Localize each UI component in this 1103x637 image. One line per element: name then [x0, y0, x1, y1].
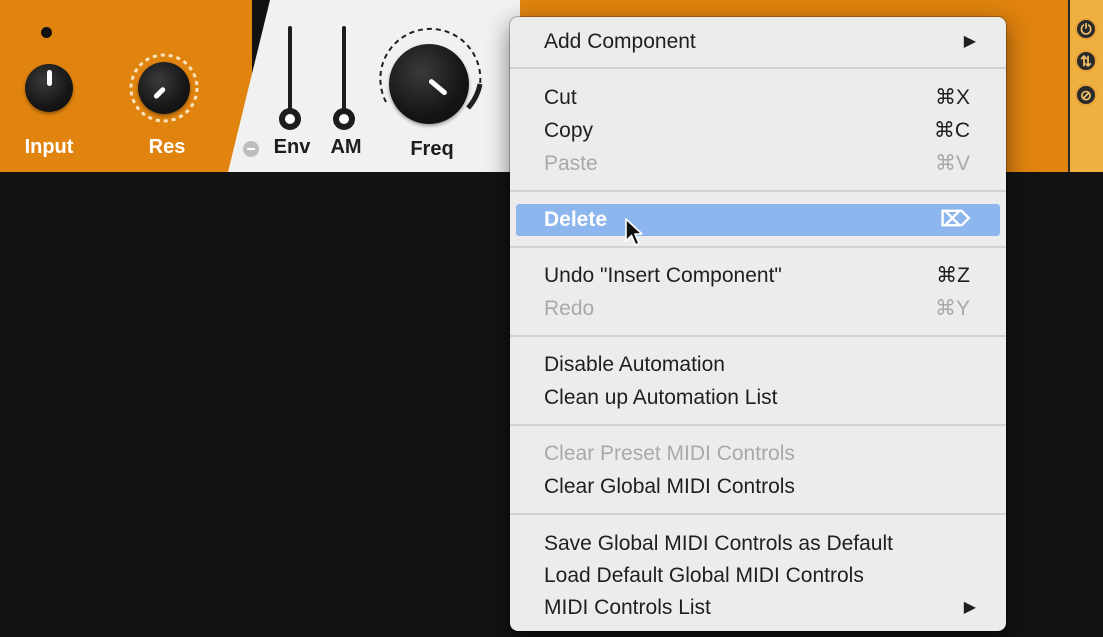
menu-separator: [510, 513, 1006, 515]
env-label: Env: [273, 136, 311, 158]
menu-item-save-global-midi-controls-default[interactable]: Save Global MIDI Controls as Default: [510, 528, 1006, 560]
menu-item-label: Delete: [544, 208, 608, 231]
menu-item-label: Add Component: [544, 30, 696, 53]
menu-item-label: Load Default Global MIDI Controls: [544, 564, 864, 587]
shortcut-redo: ⌘Y: [934, 297, 970, 320]
menu-separator: [510, 67, 1006, 69]
menu-item-label: Cut: [544, 86, 577, 109]
menu-item-label: Clean up Automation List: [544, 386, 778, 409]
menu-item-label: Clear Preset MIDI Controls: [544, 442, 795, 465]
res-label: Res: [148, 136, 186, 158]
menu-item-clean-up-automation-list[interactable]: Clean up Automation List: [510, 382, 1006, 414]
menu-item-midi-controls-list[interactable]: MIDI Controls List ▶: [510, 592, 1006, 624]
menu-item-label: Redo: [544, 297, 595, 320]
menu-item-label: MIDI Controls List: [544, 596, 711, 619]
mouse-cursor-icon: [625, 218, 643, 246]
menu-item-label: Paste: [544, 152, 598, 175]
input-knob-pointer: [46, 70, 52, 86]
shortcut-undo: ⌘Z: [936, 264, 970, 287]
submenu-arrow-icon: ▶: [963, 33, 976, 50]
res-knob[interactable]: [138, 62, 190, 114]
shortcut-copy: ⌘C: [933, 119, 970, 142]
menu-separator: [510, 335, 1006, 337]
menu-item-label: Save Global MIDI Controls as Default: [544, 532, 893, 555]
menu-item-label: Copy: [544, 119, 594, 142]
am-label: AM: [330, 136, 362, 158]
menu-item-copy[interactable]: Copy ⌘C: [510, 115, 1006, 147]
menu-item-clear-global-midi-controls[interactable]: Clear Global MIDI Controls: [510, 471, 1006, 503]
menu-item-delete[interactable]: Delete ⌦: [516, 204, 1000, 236]
menu-item-redo: Redo ⌘Y: [510, 293, 1006, 325]
menu-item-disable-automation[interactable]: Disable Automation: [510, 349, 1006, 381]
menu-item-label: Disable Automation: [544, 353, 725, 376]
swap-icon[interactable]: ⇅: [1075, 50, 1097, 72]
context-menu: Add Component ▶ Cut ⌘X Copy ⌘C Paste ⌘V …: [510, 17, 1006, 631]
menu-item-clear-preset-midi-controls: Clear Preset MIDI Controls: [510, 438, 1006, 470]
menu-item-label: Undo "Insert Component": [544, 264, 782, 287]
delete-forward-icon: ⌦: [940, 208, 970, 231]
menu-item-add-component[interactable]: Add Component ▶: [510, 26, 1006, 58]
res-knob-pointer: [152, 86, 166, 100]
freq-knob-pointer: [427, 78, 448, 97]
freq-label: Freq: [410, 138, 454, 160]
menu-item-load-default-global-midi-controls[interactable]: Load Default Global MIDI Controls: [510, 560, 1006, 592]
disable-icon[interactable]: ⊘: [1075, 84, 1097, 106]
menu-item-paste: Paste ⌘V: [510, 148, 1006, 180]
shortcut-cut: ⌘X: [934, 86, 970, 109]
am-fader-handle[interactable]: [333, 108, 355, 130]
submenu-arrow-icon: ▶: [963, 599, 976, 616]
power-icon[interactable]: ⏻: [1075, 18, 1097, 40]
app-canvas: Input Res Env AM Freq ⏻ ⇅ ⊘ Add Componen…: [0, 0, 1103, 637]
menu-separator: [510, 424, 1006, 426]
freq-knob[interactable]: [389, 44, 469, 124]
menu-separator: [510, 246, 1006, 248]
env-fader-handle[interactable]: [279, 108, 301, 130]
input-knob[interactable]: [25, 64, 73, 112]
input-led-indicator: [41, 27, 52, 38]
input-label: Input: [24, 136, 74, 158]
menu-item-cut[interactable]: Cut ⌘X: [510, 82, 1006, 114]
menu-item-label: Clear Global MIDI Controls: [544, 475, 795, 498]
menu-item-undo[interactable]: Undo "Insert Component" ⌘Z: [510, 260, 1006, 292]
env-toggle-button[interactable]: [243, 141, 259, 157]
shortcut-paste: ⌘V: [934, 152, 970, 175]
menu-separator: [510, 190, 1006, 192]
